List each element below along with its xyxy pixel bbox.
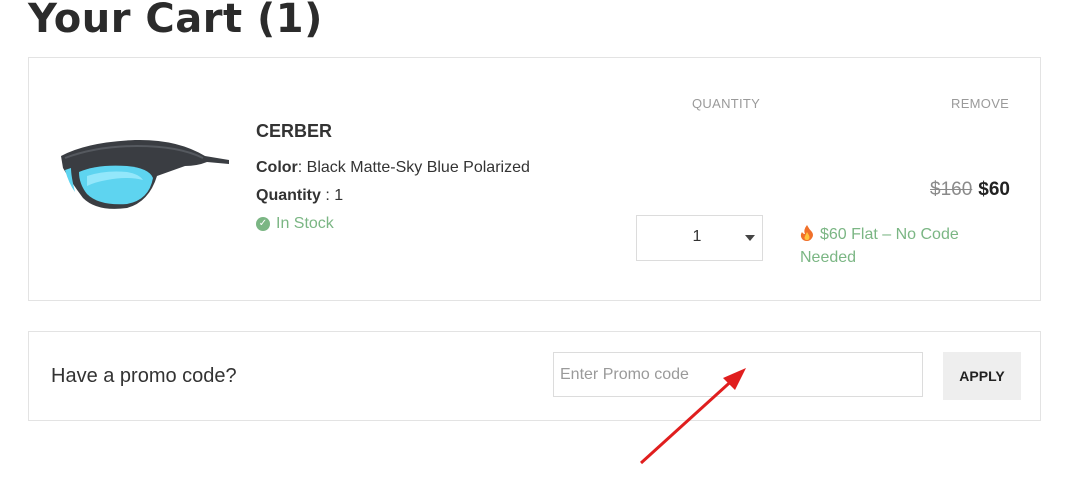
sale-price: $60: [978, 179, 1010, 200]
quantity-select[interactable]: 1: [636, 215, 763, 261]
stock-status: ✓ In Stock: [256, 215, 334, 233]
original-price: $160: [930, 179, 973, 200]
color-value: Black Matte-Sky Blue Polarized: [306, 159, 530, 176]
product-quantity: Quantity : 1: [256, 187, 344, 204]
promo-code-card: Have a promo code? APPLY: [28, 331, 1041, 421]
color-label: Color: [256, 159, 298, 176]
price: $160 $60: [930, 179, 1010, 201]
promo-label: Have a promo code?: [51, 365, 237, 387]
quantity-column-header: QUANTITY: [692, 96, 761, 111]
quantity-label: Quantity: [256, 187, 321, 204]
quantity-value: 1: [334, 187, 344, 204]
cart-item-card: CERBER Color: Black Matte-Sky Blue Polar…: [28, 57, 1041, 301]
quantity-select-value: 1: [692, 228, 702, 245]
apply-button[interactable]: APPLY: [943, 352, 1021, 400]
check-circle-icon: ✓: [256, 217, 270, 231]
fire-icon: [800, 225, 813, 241]
stock-status-text: In Stock: [276, 215, 334, 232]
deal-note: $60 Flat – No Code Needed: [800, 223, 1000, 269]
product-color: Color: Black Matte-Sky Blue Polarized: [256, 159, 530, 176]
remove-button[interactable]: REMOVE: [951, 96, 1009, 111]
product-name[interactable]: CERBER: [256, 121, 332, 142]
promo-code-input[interactable]: [553, 352, 923, 397]
product-image[interactable]: [57, 136, 233, 216]
deal-text: $60 Flat – No Code Needed: [800, 226, 959, 266]
page-title: Your Cart (1): [28, 0, 323, 42]
caret-down-icon: [745, 235, 755, 241]
